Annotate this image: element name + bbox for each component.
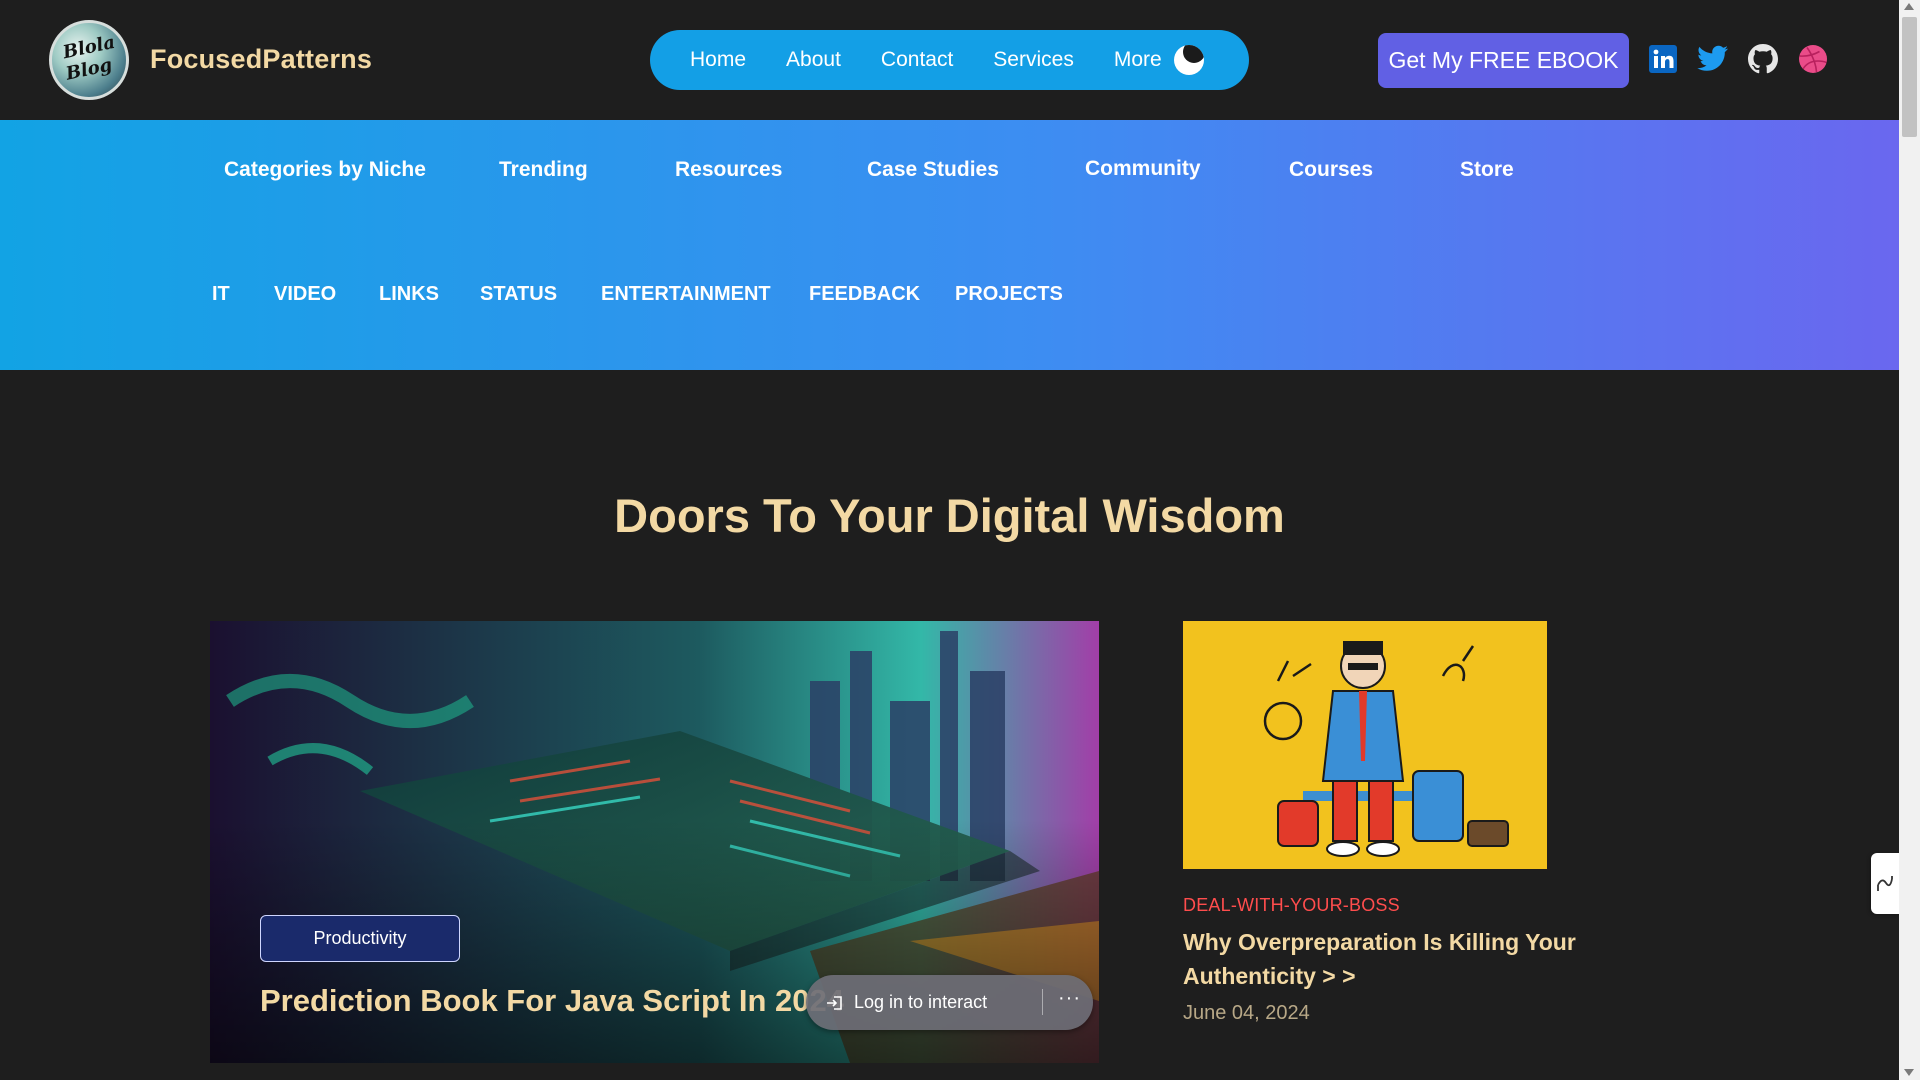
category-courses[interactable]: Courses [1289,158,1373,182]
login-to-interact-button[interactable]: Log in to interact [854,992,987,1013]
page: Blola Blog FocusedPatterns Home About Co… [0,0,1920,1080]
nav-contact[interactable]: Contact [881,48,953,72]
nav-more[interactable]: More [1114,45,1204,75]
side-post-title[interactable]: Why Overpreparation Is Killing Your Auth… [1183,925,1583,993]
tag-links[interactable]: LINKS [379,283,439,306]
feedback-widget-tab[interactable] [1871,853,1899,914]
category-band: Categories by Niche Trending Resources C… [0,120,1899,370]
category-case-studies[interactable]: Case Studies [867,158,999,182]
nav-services[interactable]: Services [993,48,1074,72]
more-options-button[interactable]: ··· [1058,987,1081,1010]
tag-entertainment[interactable]: ENTERTAINMENT [601,283,771,306]
nav-about[interactable]: About [786,48,841,72]
category-resources[interactable]: Resources [675,158,782,182]
main-nav: Home About Contact Services More [650,30,1249,90]
login-overlay-divider [1042,989,1043,1015]
side-post-category[interactable]: DEAL-WITH-YOUR-BOSS [1183,895,1400,916]
brand-name[interactable]: FocusedPatterns [150,44,372,75]
tag-it[interactable]: IT [212,283,230,306]
side-post-date: June 04, 2024 [1183,1002,1310,1024]
site-logo[interactable]: Blola Blog [49,20,129,100]
page-scrollbar[interactable] [1899,0,1920,1080]
linkedin-icon[interactable] [1647,43,1679,75]
login-icon [824,992,846,1014]
tag-video[interactable]: VIDEO [274,283,336,306]
section-heading: Doors To Your Digital Wisdom [614,489,1285,542]
tag-projects[interactable]: PROJECTS [955,283,1063,306]
twitter-icon[interactable] [1697,43,1729,75]
github-icon[interactable] [1747,43,1779,75]
tag-nav: IT VIDEO LINKS STATUS ENTERTAINMENT FEED… [0,283,1899,313]
featured-post-category-badge[interactable]: Productivity [260,915,460,962]
tag-feedback[interactable]: FEEDBACK [809,283,920,306]
category-nav: Categories by Niche Trending Resources C… [0,157,1899,198]
nav-home[interactable]: Home [690,48,746,72]
side-post-image[interactable] [1183,621,1547,869]
category-store[interactable]: Store [1460,158,1514,182]
theme-toggle-icon[interactable] [1173,45,1204,75]
feedback-widget-icon [1877,875,1893,891]
category-trending[interactable]: Trending [499,158,588,182]
scroll-down-arrow-icon[interactable] [1904,1069,1914,1076]
dribbble-icon[interactable] [1797,43,1829,75]
category-niche[interactable]: Categories by Niche [224,158,426,182]
scrollbar-thumb[interactable] [1902,17,1917,137]
top-header: Blola Blog FocusedPatterns Home About Co… [0,0,1899,120]
category-community[interactable]: Community [1085,157,1201,181]
login-overlay: Log in to interact ··· [806,975,1093,1030]
featured-post-title[interactable]: Prediction Book For Java Script In 2024 [260,983,844,1019]
scroll-up-arrow-icon[interactable] [1904,3,1914,10]
free-ebook-button[interactable]: Get My FREE EBOOK [1378,33,1629,88]
tag-status[interactable]: STATUS [480,283,557,306]
nav-more-label: More [1113,48,1162,71]
